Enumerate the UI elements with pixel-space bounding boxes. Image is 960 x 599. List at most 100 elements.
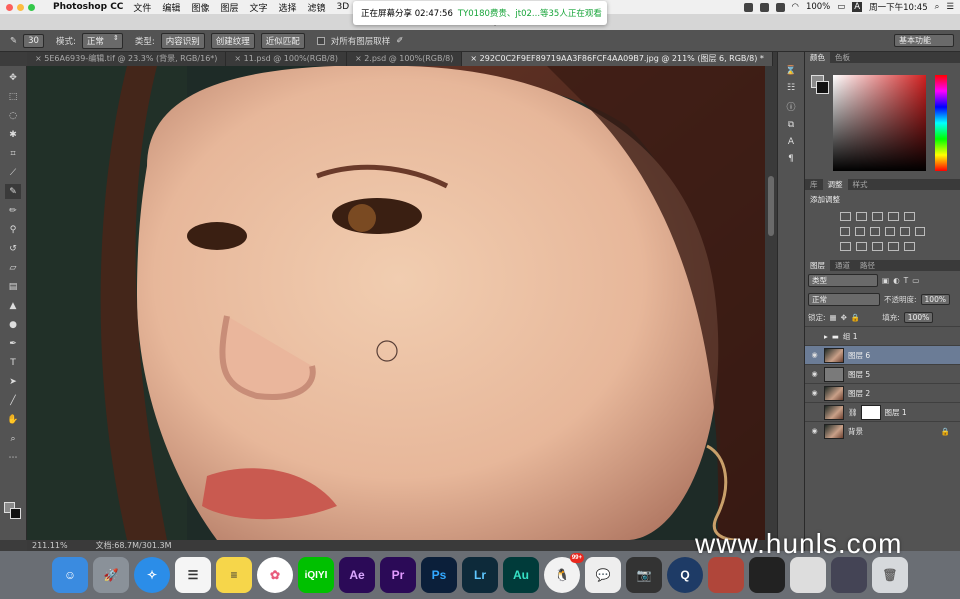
crop-tool-icon[interactable]: ⌗	[5, 146, 21, 161]
recent-doc-icon[interactable]	[708, 557, 744, 593]
layer-filter-select[interactable]: 类型	[808, 274, 878, 287]
bg-color-chip[interactable]	[816, 81, 829, 94]
bluetooth-icon[interactable]	[775, 2, 785, 12]
menu-image[interactable]: 图像	[191, 1, 209, 14]
zoom-tool-icon[interactable]: ⌕	[5, 431, 21, 446]
disclosure-icon[interactable]: ▸	[824, 332, 828, 341]
history-icon[interactable]: ⌛	[785, 66, 796, 76]
tab-styles[interactable]: 样式	[848, 179, 873, 190]
layer-row[interactable]: ◉ 图层 2	[805, 383, 960, 402]
blend-mode-select[interactable]: 正常	[808, 293, 880, 306]
character-icon[interactable]: A	[788, 137, 794, 147]
audition-icon[interactable]: Au	[503, 557, 539, 593]
menu-edit[interactable]: 编辑	[162, 1, 180, 14]
curves-icon[interactable]	[872, 212, 883, 221]
qq-icon[interactable]: 🐧 99+	[544, 553, 584, 593]
layer-name[interactable]: 图层 1	[885, 407, 907, 418]
pressure-icon[interactable]: ✐	[396, 36, 403, 46]
tab-close-icon[interactable]: ×	[355, 54, 364, 63]
doc-tab-active[interactable]: × 292C0C2F9EF89719AA3F86FCF4AA09B7.jpg @…	[462, 52, 773, 66]
eye-icon[interactable]: ◉	[805, 351, 824, 359]
gradient-tool-icon[interactable]: ▤	[5, 279, 21, 294]
vibrance-icon[interactable]	[904, 212, 915, 221]
filter-type-icon[interactable]: T	[904, 276, 909, 285]
wechat-icon[interactable]: 💬	[585, 557, 621, 593]
lasso-tool-icon[interactable]: ◌	[5, 108, 21, 123]
eye-icon[interactable]: ◉	[805, 427, 824, 435]
tab-channels[interactable]: 通道	[830, 260, 855, 271]
blur-tool-icon[interactable]: ▲	[5, 298, 21, 313]
eye-icon[interactable]: ◉	[805, 389, 824, 397]
recent-doc-icon[interactable]	[749, 557, 785, 593]
quicktime-icon[interactable]: Q	[667, 557, 703, 593]
lock-all-icon[interactable]: 🔒	[851, 313, 860, 322]
hue-sat-icon[interactable]	[840, 227, 850, 236]
pen-tool-icon[interactable]: ✒	[5, 336, 21, 351]
safari-icon[interactable]: ✧	[134, 557, 170, 593]
selective-color-icon[interactable]	[904, 242, 915, 251]
type-tool-icon[interactable]: T	[5, 355, 21, 370]
color-balance-icon[interactable]	[855, 227, 865, 236]
brightness-icon[interactable]	[840, 212, 851, 221]
color-field[interactable]	[833, 75, 926, 171]
layer-name[interactable]: 组 1	[843, 331, 858, 342]
fill-input[interactable]: 100%	[903, 312, 934, 323]
path-select-tool-icon[interactable]: ➤	[5, 374, 21, 389]
doc-tab[interactable]: × 2.psd @ 100%(RGB/8)	[347, 52, 463, 66]
document-canvas[interactable]	[27, 66, 765, 540]
levels-icon[interactable]	[856, 212, 867, 221]
photo-filter-icon[interactable]	[885, 227, 895, 236]
photoshop-icon[interactable]: Ps	[421, 557, 457, 593]
hue-slider[interactable]	[935, 75, 947, 171]
sample-all-checkbox[interactable]	[316, 36, 325, 45]
tab-libraries[interactable]: 库	[805, 179, 823, 190]
premiere-icon[interactable]: Pr	[380, 557, 416, 593]
layer-name[interactable]: 背景	[848, 426, 863, 437]
tab-close-icon[interactable]: ×	[35, 54, 44, 63]
finder-icon[interactable]: ☺	[52, 557, 88, 593]
background-color-swatch[interactable]	[10, 508, 21, 519]
reminders-icon[interactable]: ☰	[175, 557, 211, 593]
clone-source-icon[interactable]: ⧉	[788, 120, 794, 130]
threshold-icon[interactable]	[872, 242, 883, 251]
menu-layer[interactable]: 图层	[220, 1, 238, 14]
layer-name[interactable]: 图层 5	[848, 369, 870, 380]
doc-tab[interactable]: × 5E6A6939-编辑.tif @ 23.3% (背景, RGB/16*)	[27, 52, 227, 66]
type-proximity-match[interactable]: 近似匹配	[260, 32, 305, 49]
brush-tool-icon[interactable]: ✏	[5, 203, 21, 218]
notification-icon[interactable]: ☰	[946, 2, 954, 12]
tab-paths[interactable]: 路径	[855, 260, 880, 271]
bw-icon[interactable]	[870, 227, 880, 236]
gradient-map-icon[interactable]	[888, 242, 899, 251]
line-tool-icon[interactable]: ╱	[5, 393, 21, 408]
tab-swatches[interactable]: 色板	[830, 52, 855, 63]
lightroom-icon[interactable]: Lr	[462, 557, 498, 593]
layer-row[interactable]: ▸ ▬ 组 1	[805, 326, 960, 345]
input-method[interactable]: A	[852, 2, 863, 12]
clock[interactable]: 周一下午10:45	[869, 1, 928, 13]
healing-brush-tool-icon[interactable]: ✎	[5, 184, 21, 199]
quick-select-tool-icon[interactable]: ✱	[5, 127, 21, 142]
marquee-tool-icon[interactable]: ⬚	[5, 89, 21, 104]
layer-row-selected[interactable]: ◉ 图层 6	[805, 345, 960, 364]
lock-position-icon[interactable]: ✥	[841, 313, 847, 322]
iqiyi-icon[interactable]: iQIYI	[298, 557, 334, 593]
layer-mask-thumbnail[interactable]	[860, 404, 881, 420]
menu-type[interactable]: 文字	[249, 1, 267, 14]
layer-name[interactable]: 图层 6	[848, 350, 870, 361]
opacity-input[interactable]: 100%	[920, 294, 950, 305]
invert-icon[interactable]	[840, 242, 851, 251]
layer-row[interactable]: ◉ 图层 5	[805, 364, 960, 383]
type-create-texture[interactable]: 创建纹理	[210, 32, 255, 49]
filter-pixel-icon[interactable]: ▣	[882, 276, 889, 285]
dodge-tool-icon[interactable]: ●	[5, 317, 21, 332]
tab-layers[interactable]: 图层	[805, 260, 830, 271]
app-menu[interactable]: Photoshop CC	[53, 2, 123, 12]
menu-filter[interactable]: 滤镜	[308, 1, 326, 14]
channel-mixer-icon[interactable]	[900, 227, 910, 236]
exposure-icon[interactable]	[888, 212, 899, 221]
photo-booth-icon[interactable]: 📷	[626, 557, 662, 593]
menu-file[interactable]: 文件	[133, 1, 151, 14]
doc-tab[interactable]: × 11.psd @ 100%(RGB/8)	[226, 52, 347, 66]
move-tool-icon[interactable]: ✥	[5, 70, 21, 85]
